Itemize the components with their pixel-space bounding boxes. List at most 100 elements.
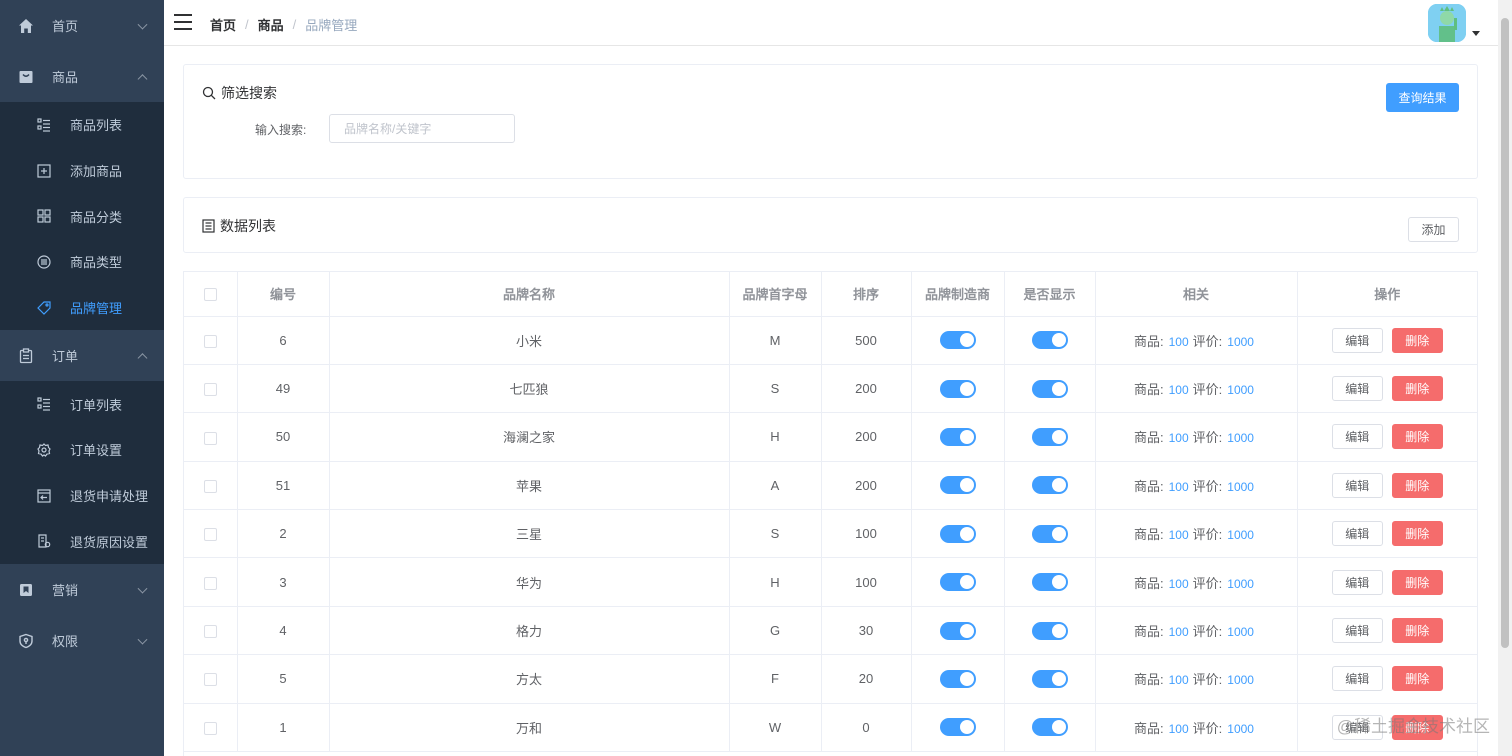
menu-order[interactable]: 订单 (0, 330, 164, 381)
cell-brand-name: 万和 (329, 703, 730, 753)
header-manufacturer: 品牌制造商 (911, 272, 1005, 317)
goods-count-link[interactable]: 100 (1169, 577, 1189, 591)
manufacturer-switch[interactable] (939, 331, 976, 350)
avatar[interactable] (1428, 4, 1466, 42)
cell-select (184, 364, 238, 414)
goods-count-link[interactable]: 100 (1169, 722, 1189, 736)
row-checkbox[interactable] (203, 721, 217, 735)
show-switch[interactable] (1031, 573, 1068, 592)
show-switch[interactable] (1031, 427, 1068, 446)
breadcrumb-home[interactable]: 首页 (210, 15, 236, 34)
comments-count-link[interactable]: 1000 (1227, 673, 1254, 687)
edit-button[interactable]: 编辑 (1331, 376, 1383, 402)
sidebar-item-return-reason[interactable]: 退货原因设置 (0, 519, 164, 565)
show-switch[interactable] (1031, 621, 1068, 640)
edit-button[interactable]: 编辑 (1331, 472, 1383, 498)
search-input[interactable] (329, 114, 515, 143)
edit-button[interactable]: 编辑 (1331, 521, 1383, 547)
edit-button[interactable]: 编辑 (1331, 618, 1383, 644)
manufacturer-switch[interactable] (939, 476, 976, 495)
hamburger-menu-icon[interactable] (174, 14, 192, 30)
edit-button[interactable]: 编辑 (1331, 424, 1383, 450)
edit-button[interactable]: 编辑 (1331, 714, 1383, 740)
menu-marketing[interactable]: 营销 (0, 564, 164, 615)
cell-show (1004, 316, 1096, 365)
list-header-card: 数据列表 添加 (183, 197, 1478, 253)
show-switch[interactable] (1031, 331, 1068, 350)
delete-button[interactable]: 删除 (1391, 666, 1443, 692)
add-button[interactable]: 添加 (1408, 217, 1459, 242)
comments-count-link[interactable]: 1000 (1227, 431, 1254, 445)
menu-product[interactable]: 商品 (0, 51, 164, 102)
row-checkbox[interactable] (203, 528, 217, 542)
manufacturer-switch[interactable] (939, 379, 976, 398)
manufacturer-switch[interactable] (939, 573, 976, 592)
manufacturer-switch[interactable] (939, 718, 976, 737)
row-checkbox[interactable] (203, 431, 217, 445)
page-scrollbar[interactable] (1498, 0, 1512, 756)
sidebar-item-product-list[interactable]: 商品列表 (0, 102, 164, 148)
edit-button[interactable]: 编辑 (1331, 666, 1383, 692)
sidebar-item-return-apply[interactable]: 退货申请处理 (0, 473, 164, 519)
goods-count-link[interactable]: 100 (1169, 625, 1189, 639)
goods-count-link[interactable]: 100 (1169, 335, 1189, 349)
delete-button[interactable]: 删除 (1391, 618, 1443, 644)
delete-button[interactable]: 删除 (1391, 472, 1443, 498)
menu-permission[interactable]: 权限 (0, 615, 164, 666)
row-checkbox[interactable] (203, 625, 217, 639)
delete-button[interactable]: 删除 (1391, 327, 1443, 353)
sidebar-item-product-type[interactable]: 商品类型 (0, 239, 164, 285)
goods-count-link[interactable]: 100 (1169, 431, 1189, 445)
sidebar-item-product-category[interactable]: 商品分类 (0, 193, 164, 239)
comments-count-link[interactable]: 1000 (1227, 480, 1254, 494)
goods-count-link[interactable]: 100 (1169, 383, 1189, 397)
manufacturer-switch[interactable] (939, 427, 976, 446)
sidebar-item-order-list[interactable]: 订单列表 (0, 381, 164, 427)
delete-button[interactable]: 删除 (1391, 424, 1443, 450)
goods-count-link[interactable]: 100 (1169, 673, 1189, 687)
row-checkbox[interactable] (203, 479, 217, 493)
edit-button[interactable]: 编辑 (1331, 327, 1383, 353)
show-switch[interactable] (1031, 476, 1068, 495)
breadcrumb-product[interactable]: 商品 (258, 15, 284, 34)
edit-button[interactable]: 编辑 (1331, 569, 1383, 595)
caret-down-icon[interactable] (1472, 31, 1480, 36)
goods-count-link[interactable]: 100 (1169, 480, 1189, 494)
delete-button[interactable]: 删除 (1391, 376, 1443, 402)
show-switch[interactable] (1031, 379, 1068, 398)
comments-count-link[interactable]: 1000 (1227, 335, 1254, 349)
delete-button[interactable]: 删除 (1391, 569, 1443, 595)
show-switch[interactable] (1031, 718, 1068, 737)
row-checkbox[interactable] (203, 673, 217, 687)
scrollbar-thumb[interactable] (1501, 18, 1509, 648)
cell-id: 2 (237, 509, 330, 559)
select-all-checkbox[interactable] (203, 288, 217, 302)
row-checkbox[interactable] (203, 576, 217, 590)
comments-count-link[interactable]: 1000 (1227, 625, 1254, 639)
bookmark-icon (18, 582, 34, 598)
comments-count-link[interactable]: 1000 (1227, 383, 1254, 397)
manufacturer-switch[interactable] (939, 669, 976, 688)
show-switch[interactable] (1031, 669, 1068, 688)
sidebar-item-label: 退货申请处理 (70, 489, 149, 505)
comments-count-link[interactable]: 1000 (1227, 528, 1254, 542)
manufacturer-switch[interactable] (939, 621, 976, 640)
sidebar-item-order-settings[interactable]: 订单设置 (0, 427, 164, 473)
sidebar-item-label: 商品类型 (70, 255, 123, 271)
sidebar-item-add-product[interactable]: 添加商品 (0, 148, 164, 194)
delete-button[interactable]: 删除 (1391, 714, 1443, 740)
comments-label: 评价: (1192, 624, 1223, 640)
query-button[interactable]: 查询结果 (1386, 83, 1459, 112)
row-checkbox[interactable] (203, 334, 217, 348)
comments-count-link[interactable]: 1000 (1227, 722, 1254, 736)
comments-count-link[interactable]: 1000 (1227, 577, 1254, 591)
show-switch[interactable] (1031, 524, 1068, 543)
sidebar-item-brand-management[interactable]: 品牌管理 (0, 285, 164, 331)
delete-button[interactable]: 删除 (1391, 521, 1443, 547)
header-brand-name: 品牌名称 (329, 272, 730, 317)
row-checkbox[interactable] (203, 383, 217, 397)
comments-label: 评价: (1192, 672, 1223, 688)
menu-home[interactable]: 首页 (0, 0, 164, 51)
manufacturer-switch[interactable] (939, 524, 976, 543)
goods-count-link[interactable]: 100 (1169, 528, 1189, 542)
